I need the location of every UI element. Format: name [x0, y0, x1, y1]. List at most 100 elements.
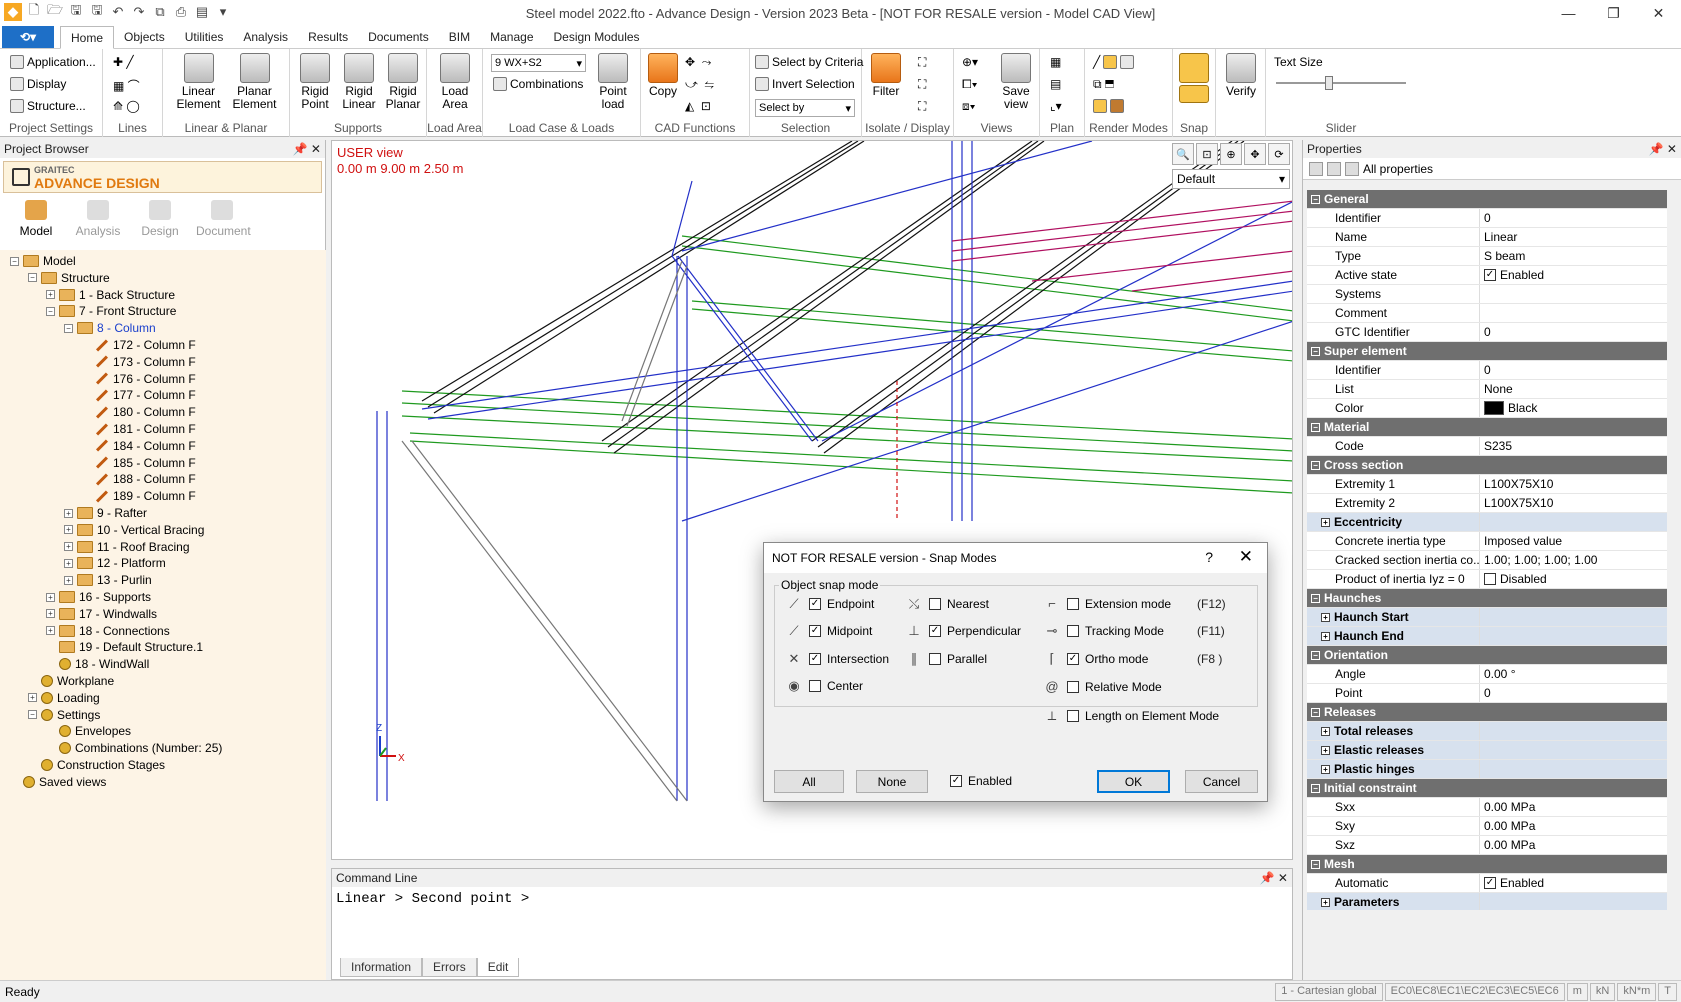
- dialog-close-button[interactable]: ✕: [1239, 547, 1253, 567]
- linear-element-button[interactable]: Linear Element: [171, 53, 226, 111]
- property-row[interactable]: Sxy 0.00 MPa: [1307, 817, 1667, 836]
- tree-node[interactable]: + Loading: [28, 689, 100, 707]
- tree-node[interactable]: 188 - Column F: [82, 470, 196, 488]
- text-size-slider-track[interactable]: [1276, 76, 1406, 90]
- snap-option[interactable]: ⤯ Nearest: [905, 596, 989, 612]
- tab-errors[interactable]: Errors: [422, 958, 477, 977]
- tree-node[interactable]: 189 - Column F: [82, 487, 196, 505]
- tree-node[interactable]: 181 - Column F: [82, 420, 196, 438]
- help-button[interactable]: ?: [1205, 549, 1213, 565]
- property-row[interactable]: Extremity 1 L100X75X10: [1307, 475, 1667, 494]
- property-row[interactable]: Systems: [1307, 285, 1667, 304]
- point-load-button[interactable]: Point load: [591, 53, 635, 111]
- property-row[interactable]: + Haunch Start: [1307, 608, 1667, 627]
- property-value-cell[interactable]: L100X75X10: [1480, 475, 1667, 493]
- select-by-criteria-button[interactable]: Select by Criteria: [755, 55, 863, 69]
- tree-node[interactable]: +18 - Connections: [46, 622, 170, 640]
- property-row[interactable]: Extremity 2 L100X75X10: [1307, 494, 1667, 513]
- structure-settings-button[interactable]: Structure...: [10, 99, 86, 113]
- property-row[interactable]: Identifier 0: [1307, 209, 1667, 228]
- expand-icon[interactable]: +: [64, 542, 73, 552]
- property-value-cell[interactable]: 0.00 MPa: [1480, 817, 1667, 835]
- property-value-cell[interactable]: Disabled: [1480, 570, 1667, 588]
- tab-bim[interactable]: BIM: [439, 26, 480, 49]
- snap-option[interactable]: ⊸ Tracking Mode (F11): [1043, 623, 1225, 639]
- tree-node[interactable]: 177 - Column F: [82, 386, 196, 404]
- expand-icon[interactable]: +: [46, 609, 55, 619]
- tab-home[interactable]: Home: [60, 26, 115, 49]
- snap-option[interactable]: ⟂ Length on Element Mode: [1043, 708, 1219, 724]
- expand-icon[interactable]: +: [1321, 897, 1330, 907]
- cancel-button[interactable]: Cancel: [1185, 770, 1258, 793]
- property-category[interactable]: − Material: [1307, 418, 1667, 437]
- property-row[interactable]: Active state ✓ Enabled: [1307, 266, 1667, 285]
- property-value-cell[interactable]: None: [1480, 380, 1667, 398]
- load-area-button[interactable]: Load Area: [433, 53, 477, 111]
- collapse-icon[interactable]: −: [1311, 194, 1320, 204]
- snap-option[interactable]: ⌈ ✓ Ortho mode (F8 ): [1043, 651, 1222, 667]
- tab-analysis[interactable]: Analysis: [72, 200, 124, 240]
- property-filter-combo[interactable]: All properties: [1363, 162, 1433, 176]
- tree-node[interactable]: 185 - Column F: [82, 454, 196, 472]
- property-category[interactable]: − Cross section: [1307, 456, 1667, 475]
- property-row[interactable]: + Plastic hinges: [1307, 760, 1667, 779]
- property-row[interactable]: Comment: [1307, 304, 1667, 323]
- property-value-cell[interactable]: Black: [1480, 399, 1667, 417]
- snap-checkbox[interactable]: ✓: [929, 625, 941, 637]
- property-value-cell[interactable]: 0: [1480, 323, 1667, 341]
- snap-checkbox[interactable]: ✓: [809, 653, 821, 665]
- move-tool-button[interactable]: ✥ ⤳: [685, 55, 711, 70]
- tree-node[interactable]: − 8 - Column: [64, 319, 156, 337]
- save-properties-icon[interactable]: [1309, 161, 1323, 176]
- property-value-cell[interactable]: Linear: [1480, 228, 1667, 246]
- combinations-button[interactable]: Combinations: [493, 77, 583, 91]
- copy-properties-icon[interactable]: [1327, 161, 1341, 176]
- copy-button[interactable]: Copy: [644, 53, 682, 98]
- tree-node[interactable]: +16 - Supports: [46, 588, 151, 606]
- expand-icon[interactable]: +: [1321, 612, 1330, 622]
- view-projection-button[interactable]: ⧈▾: [962, 99, 976, 114]
- expand-icon[interactable]: +: [46, 626, 55, 636]
- property-row[interactable]: Sxx 0.00 MPa: [1307, 798, 1667, 817]
- tree-node[interactable]: − Structure: [28, 269, 110, 287]
- none-button[interactable]: None: [856, 770, 928, 793]
- application-settings-button[interactable]: Application...: [10, 55, 96, 69]
- snap-option[interactable]: ⊥ ✓ Perpendicular: [905, 623, 1021, 639]
- render-wire-button[interactable]: ╱: [1093, 55, 1135, 69]
- property-category[interactable]: − Initial constraint: [1307, 779, 1667, 798]
- tab-information[interactable]: Information: [340, 958, 423, 977]
- verify-button[interactable]: Verify: [1222, 53, 1260, 98]
- collapse-icon[interactable]: −: [10, 256, 19, 266]
- property-value-cell[interactable]: [1480, 285, 1667, 303]
- tab-design[interactable]: Design: [134, 200, 186, 240]
- plan-section-button[interactable]: ▤: [1050, 77, 1061, 91]
- pan-icon[interactable]: ✥: [1244, 143, 1266, 165]
- property-row[interactable]: Cracked section inertia co... 1.00; 1.00;…: [1307, 551, 1667, 570]
- expand-icon[interactable]: +: [64, 558, 73, 568]
- collapse-icon[interactable]: −: [1311, 707, 1320, 717]
- coord-system[interactable]: 1 - Cartesian global: [1275, 983, 1383, 1001]
- property-row[interactable]: + Parameters: [1307, 893, 1667, 910]
- property-value-cell[interactable]: [1480, 304, 1667, 322]
- property-value-cell[interactable]: [1480, 760, 1667, 778]
- expand-icon[interactable]: +: [1321, 631, 1330, 641]
- unit-length[interactable]: m: [1566, 983, 1588, 1001]
- property-value-cell[interactable]: [1480, 513, 1667, 531]
- expand-icon[interactable]: +: [64, 575, 73, 585]
- snap-button[interactable]: [1178, 53, 1210, 105]
- panel-pin-close-icons[interactable]: 📌 ✕: [293, 142, 321, 156]
- tree-node[interactable]: +13 - Purlin: [64, 571, 152, 589]
- property-category[interactable]: − Orientation: [1307, 646, 1667, 665]
- expand-icon[interactable]: +: [1321, 764, 1330, 774]
- collapse-icon[interactable]: −: [28, 273, 37, 283]
- collapse-icon[interactable]: −: [64, 323, 73, 333]
- property-row[interactable]: Color Black: [1307, 399, 1667, 418]
- property-row[interactable]: + Haunch End: [1307, 627, 1667, 646]
- view-standard-button[interactable]: ⧠▾: [962, 77, 977, 92]
- tab-analysis[interactable]: Analysis: [233, 26, 298, 49]
- isolate-button[interactable]: ⛶: [918, 55, 926, 70]
- text-size-slider-thumb[interactable]: [1324, 76, 1333, 90]
- collapse-icon[interactable]: −: [1311, 593, 1320, 603]
- tree-node[interactable]: 18 - WindWall: [46, 655, 149, 673]
- render-section-button[interactable]: ⧉ ⬒: [1093, 77, 1114, 92]
